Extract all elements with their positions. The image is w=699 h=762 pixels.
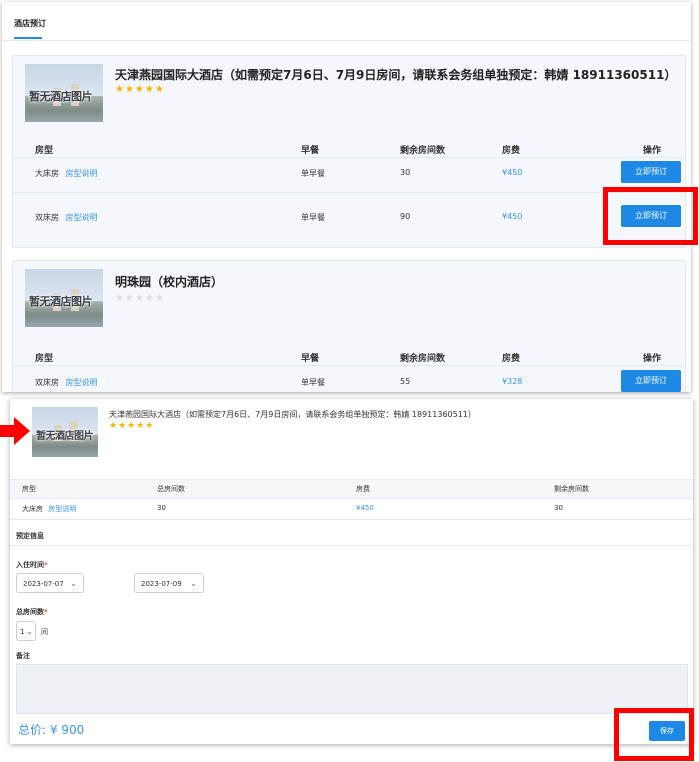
hotel-thumbnail: 暂无酒店图片 <box>32 407 98 457</box>
hotel-name: 天津燕园国际大酒店（如需预定7月6日、7月9日房间，请联系会务组单独预定：韩婧 … <box>109 410 476 419</box>
room-type: 双床房 <box>35 378 59 387</box>
checkin-label: 入住时间* <box>16 561 48 569</box>
rooms-unit: 间 <box>41 628 48 636</box>
note-label: 备注 <box>16 652 30 660</box>
breakfast-value: 单早餐 <box>301 213 325 222</box>
col-price: 房费 <box>502 146 521 156</box>
highlight-box <box>614 708 694 761</box>
col-room-type: 房型 <box>35 146 54 156</box>
thumbnail-text: 暂无酒店图片 <box>29 295 93 308</box>
checkout-date-select[interactable]: 2023-07-09 ⌄ <box>134 573 204 593</box>
checkin-date-select[interactable]: 2023-07-07 ⌄ <box>16 573 84 593</box>
remaining-value: 90 <box>400 212 411 221</box>
hotel-card: 暂无酒店图片 明珠园（校内酒店） ★★★★★ 房型 早餐 剩余房间数 房费 操作… <box>12 260 686 392</box>
room-info-link[interactable]: 房型说明 <box>66 169 98 178</box>
room-type: 双床房 <box>35 213 59 222</box>
col-total-rooms: 总房间数 <box>157 485 185 493</box>
room-info-link[interactable]: 房型说明 <box>48 505 76 513</box>
thumbnail-text: 暂无酒店图片 <box>36 431 94 442</box>
rating-stars: ★★★★★ <box>115 84 165 95</box>
remaining-value: 30 <box>554 504 563 512</box>
col-action: 操作 <box>643 146 662 156</box>
total-rooms-value: 30 <box>157 504 166 512</box>
remaining-value: 30 <box>400 168 411 177</box>
chevron-down-icon: ⌄ <box>26 627 33 636</box>
price-value: ¥450 <box>502 168 523 177</box>
rating-stars: ★★★★★ <box>109 421 155 431</box>
col-remaining: 剩余房间数 <box>400 146 446 156</box>
highlight-box <box>603 187 698 245</box>
table-row: 双床房 房型说明 <box>35 377 98 388</box>
room-type: 大床房 <box>22 505 43 513</box>
section-title: 预定信息 <box>16 532 44 540</box>
table-row: 大床房 房型说明 <box>35 168 98 179</box>
col-breakfast: 早餐 <box>301 146 320 156</box>
col-price: 房费 <box>502 354 521 364</box>
col-breakfast: 早餐 <box>301 354 320 364</box>
price-value: ¥328 <box>502 377 523 386</box>
book-now-button[interactable]: 立即预订 <box>621 161 681 183</box>
col-remaining: 剩余房间数 <box>400 354 446 364</box>
col-price: 房费 <box>356 485 370 493</box>
book-now-button[interactable]: 立即预订 <box>621 370 681 392</box>
tab-hotel-booking[interactable]: 酒店预订 <box>14 18 46 29</box>
chevron-down-icon: ⌄ <box>190 579 197 588</box>
room-info-link[interactable]: 房型说明 <box>66 378 98 387</box>
table-row: 大床房 房型说明 <box>22 504 76 514</box>
rooms-label: 总房间数* <box>16 608 48 616</box>
table-header <box>10 479 693 499</box>
breakfast-value: 单早餐 <box>301 169 325 178</box>
hotel-list-panel: 酒店预订 暂无酒店图片 天津燕园国际大酒店（如需预定7月6日、7月9日房间，请联… <box>2 2 691 392</box>
thumbnail-text: 暂无酒店图片 <box>29 90 93 103</box>
price-value: ¥450 <box>356 504 374 512</box>
hotel-thumbnail: 暂无酒店图片 <box>25 269 103 327</box>
hotel-thumbnail: 暂无酒店图片 <box>25 64 103 122</box>
col-remaining: 剩余房间数 <box>554 485 589 493</box>
booking-form-panel: 暂无酒店图片 天津燕园国际大酒店（如需预定7月6日、7月9日房间，请联系会务组单… <box>10 399 693 744</box>
room-info-link[interactable]: 房型说明 <box>66 213 98 222</box>
hotel-name: 天津燕园国际大酒店（如需预定7月6日、7月9日房间，请联系会务组单独预定：韩婧 … <box>115 68 677 82</box>
hotel-name: 明珠园（校内酒店） <box>115 275 224 289</box>
table-row: 双床房 房型说明 <box>35 212 98 223</box>
rooms-select[interactable]: 1 ⌄ <box>16 621 36 641</box>
col-room-type: 房型 <box>35 354 54 364</box>
col-action: 操作 <box>643 354 662 364</box>
breakfast-value: 单早餐 <box>301 378 325 387</box>
tab-active-indicator <box>14 37 42 39</box>
remaining-value: 55 <box>400 377 411 386</box>
hotel-card: 暂无酒店图片 天津燕园国际大酒店（如需预定7月6日、7月9日房间，请联系会务组单… <box>12 55 686 248</box>
total-price: 总价: ¥ 900 <box>18 723 85 737</box>
note-textarea[interactable] <box>16 664 688 714</box>
room-type: 大床房 <box>35 169 59 178</box>
rating-stars: ★★★★★ <box>115 293 165 304</box>
chevron-down-icon: ⌄ <box>70 579 77 588</box>
arrow-right-icon <box>0 417 30 445</box>
price-value: ¥450 <box>502 212 523 221</box>
col-room-type: 房型 <box>22 485 36 493</box>
tab-bar <box>2 2 691 41</box>
